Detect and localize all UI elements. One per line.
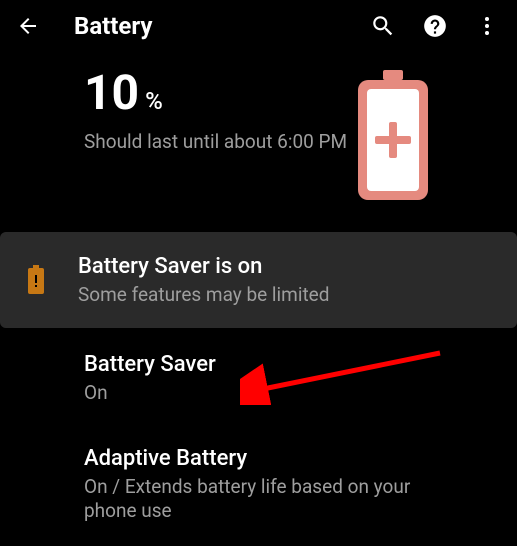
item-subtitle: On bbox=[84, 381, 433, 406]
item-title: Battery Saver bbox=[84, 352, 433, 377]
notice-title: Battery Saver is on bbox=[78, 254, 493, 279]
battery-saver-notice[interactable]: Battery Saver is on Some features may be… bbox=[0, 232, 517, 328]
battery-saver-item[interactable]: Battery Saver On bbox=[0, 332, 517, 426]
battery-saver-small-icon bbox=[24, 265, 48, 295]
header-actions bbox=[369, 12, 501, 40]
help-icon[interactable] bbox=[421, 12, 449, 40]
back-icon[interactable] bbox=[16, 14, 40, 38]
battery-summary: 10% Should last until about 6:00 PM bbox=[0, 52, 517, 228]
header: Battery bbox=[0, 0, 517, 52]
item-title: Adaptive Battery bbox=[84, 446, 433, 471]
item-subtitle: On / Extends battery life based on your … bbox=[84, 475, 433, 524]
percent-sign: % bbox=[145, 87, 163, 115]
battery-percent: 10 bbox=[84, 64, 139, 121]
battery-text: 10% Should last until about 6:00 PM bbox=[84, 64, 353, 156]
adaptive-battery-item[interactable]: Adaptive Battery On / Extends battery li… bbox=[0, 426, 517, 544]
battery-icon bbox=[353, 70, 433, 204]
more-icon[interactable] bbox=[473, 12, 501, 40]
search-icon[interactable] bbox=[369, 12, 397, 40]
page-title: Battery bbox=[74, 12, 345, 40]
battery-estimate: Should last until about 6:00 PM bbox=[84, 129, 353, 156]
notice-text: Battery Saver is on Some features may be… bbox=[78, 254, 493, 306]
notice-subtitle: Some features may be limited bbox=[78, 283, 493, 306]
